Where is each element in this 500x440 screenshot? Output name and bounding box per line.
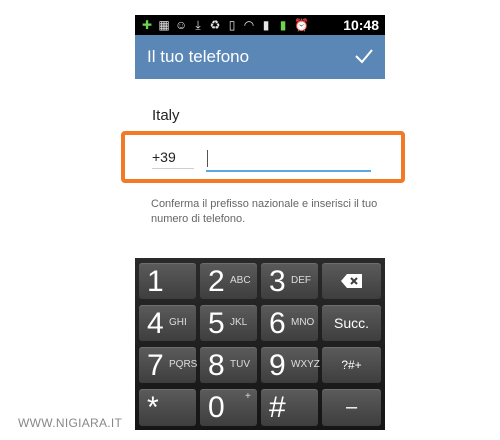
alarm-icon: ⏰ [294,18,309,32]
key-digit: 7 [147,349,164,382]
backspace-icon [341,274,362,288]
key-6[interactable]: 6 MNO [261,305,318,341]
recycle-icon: ♻ [209,18,221,32]
key-digit: 3 [269,265,286,298]
key-digit: 1 [147,265,164,298]
key-letters: MNO [291,317,315,328]
key-letters: JKL [230,317,248,328]
key-letters: PQRS [169,359,198,370]
symbols-key[interactable]: ?#+ [322,347,381,383]
key-digit: * [147,391,159,424]
key-2[interactable]: 2 ABC [200,263,257,299]
key-digit: 9 [269,349,286,382]
key-8[interactable]: 8 TUV [200,347,257,383]
key-digit: 2 [208,265,225,298]
key-digit: 5 [208,307,225,340]
status-time: 10:48 [343,17,379,33]
key-letters: DEF [291,275,311,286]
key-3[interactable]: 3 DEF [261,263,318,299]
wifi-icon: ◠ [243,18,255,32]
phone-number-input[interactable] [206,146,371,172]
key-star[interactable]: * [139,389,196,426]
key-1[interactable]: 1 [139,263,196,299]
key-digit: 6 [269,307,286,340]
battery-icon: ▮ [279,18,287,32]
usb-icon: ✚ [141,18,153,32]
next-key-label: Succ. [333,315,369,331]
next-key[interactable]: Succ. [322,305,381,341]
key-letters: WXYZ [291,359,320,370]
text-cursor [207,150,208,167]
key-digit: # [269,391,286,424]
numeric-keypad: 1 2 ABC 3 DEF 4 GHI 5 JKL 6 MNO Succ. 7 … [135,258,385,430]
download-icon: ⤓ [195,18,201,32]
symbols-key-label: ?#+ [341,358,362,372]
person-icon: ☺ [175,18,188,32]
key-hash[interactable]: # [261,389,318,426]
key-5[interactable]: 5 JKL [200,305,257,341]
key-4[interactable]: 4 GHI [139,305,196,341]
bbm-icon: ▦ [158,18,170,32]
key-letters: + [245,391,251,402]
app-header: Il tuo telefono [135,35,385,79]
minus-key[interactable]: – [322,389,381,426]
vibrate-icon: ▯ [228,18,236,32]
key-0[interactable]: 0 + [200,389,257,426]
key-letters: GHI [169,317,187,328]
country-selector[interactable]: Italy [152,107,180,124]
key-letters: TUV [230,359,250,370]
page-title: Il tuo telefono [147,47,250,66]
key-9[interactable]: 9 WXYZ [261,347,320,383]
key-letters: ABC [230,275,251,286]
backspace-key[interactable] [322,263,381,299]
key-7[interactable]: 7 PQRS [139,347,198,383]
key-digit: 0 [208,391,225,424]
watermark: WWW.NIGIARA.IT [18,416,123,430]
key-digit: 4 [147,307,164,340]
country-code-field[interactable]: +39 [152,149,194,169]
signal-icon: ▮ [262,18,270,32]
key-digit: 8 [208,349,225,382]
minus-key-label: – [345,396,358,418]
check-icon[interactable] [353,45,375,67]
status-bar: ✚ ▦ ☺ ⤓ ♻ ▯ ◠ ▮ ▮ ⏰ 10:48 [135,15,385,35]
help-text: Conferma il prefisso nazionale e inseris… [151,198,378,225]
